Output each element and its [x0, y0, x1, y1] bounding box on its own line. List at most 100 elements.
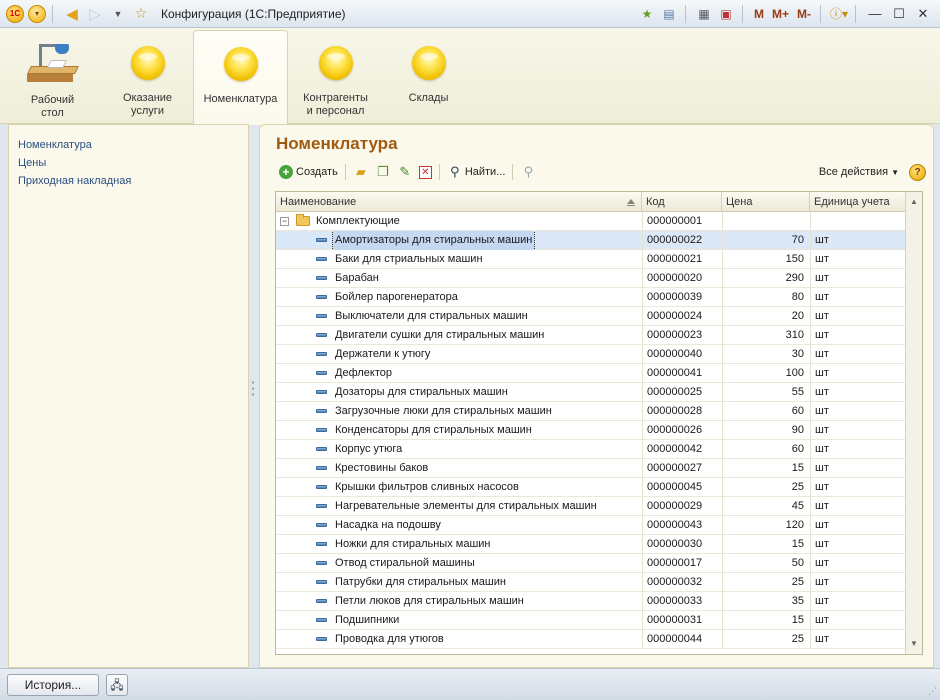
table-row[interactable]: Крышки фильтров сливных насосов 000000045…: [276, 478, 906, 497]
item-icon: [316, 485, 327, 489]
table-group-row[interactable]: − Комплектующие 000000001: [276, 212, 906, 231]
main-menu-icon[interactable]: ▾: [28, 4, 46, 23]
item-code: 000000017: [642, 554, 721, 573]
divider: [52, 4, 53, 23]
nav-link-nomenclature[interactable]: Номенклатура: [18, 136, 248, 154]
item-name: Бойлер парогенератора: [335, 291, 458, 303]
table-row[interactable]: Конденсаторы для стиральных машин 0000000…: [276, 421, 906, 440]
item-icon: [316, 257, 327, 261]
history-button[interactable]: История...: [7, 674, 99, 696]
item-unit: шт: [810, 326, 906, 345]
table-row[interactable]: Петли люков для стиральных машин 00000003…: [276, 592, 906, 611]
column-header-code[interactable]: Код: [642, 192, 722, 212]
scroll-up-icon[interactable]: ▲: [906, 194, 922, 210]
item-name: Подшипники: [335, 614, 400, 626]
table-row[interactable]: Загрузочные люки для стиральных машин 000…: [276, 402, 906, 421]
memory-plus-button[interactable]: M+: [769, 4, 792, 24]
item-unit: шт: [810, 421, 906, 440]
add-favorite-icon[interactable]: ★: [637, 4, 657, 24]
sections-panel: Рабочий стол Оказание услуги Номенклатур…: [0, 28, 940, 125]
table-row[interactable]: Дозаторы для стиральных машин 000000025 55…: [276, 383, 906, 402]
section-services[interactable]: Оказание услуги: [100, 30, 195, 122]
table-row[interactable]: Барабан 000000020 290 шт: [276, 269, 906, 288]
delete-button[interactable]: ✕: [416, 162, 435, 182]
nav-link-prices[interactable]: Цены: [18, 154, 248, 172]
create-folder-button[interactable]: ▰: [350, 162, 372, 182]
item-unit: шт: [810, 288, 906, 307]
section-label: Склады: [408, 92, 449, 104]
column-header-price[interactable]: Цена: [722, 192, 810, 212]
divider: [344, 164, 346, 180]
table-row[interactable]: Нагревательные элементы для стиральных м…: [276, 497, 906, 516]
close-icon[interactable]: ✕: [912, 4, 934, 24]
table-row[interactable]: Патрубки для стиральных машин 000000032 25…: [276, 573, 906, 592]
item-unit: шт: [810, 231, 906, 250]
back-arrow-icon[interactable]: ◀: [62, 4, 82, 24]
item-name: Баки для стриальных машин: [335, 253, 483, 265]
item-unit: шт: [810, 592, 906, 611]
section-contractors[interactable]: Контрагенты и персонал: [288, 30, 383, 122]
column-header-unit[interactable]: Единица учета: [810, 192, 906, 212]
item-unit: шт: [810, 440, 906, 459]
create-button[interactable]: + Создать: [276, 162, 341, 182]
resize-grip-icon[interactable]: ⋰: [928, 686, 937, 697]
item-unit: шт: [810, 630, 906, 649]
memory-minus-button[interactable]: M-: [794, 4, 814, 24]
item-name: Нагревательные элементы для стиральных м…: [335, 500, 597, 512]
table-row[interactable]: Крестовины баков 000000027 15 шт: [276, 459, 906, 478]
section-nomenclature[interactable]: Номенклатура: [193, 30, 288, 125]
vertical-scrollbar[interactable]: ▲ ▼: [905, 192, 922, 654]
forward-arrow-icon[interactable]: ▷: [85, 4, 105, 24]
item-price: 20: [722, 307, 809, 326]
maximize-icon[interactable]: ☐: [888, 4, 910, 24]
memory-m-button[interactable]: M: [751, 4, 767, 24]
table-row[interactable]: Бойлер парогенератора 000000039 80 шт: [276, 288, 906, 307]
table-row[interactable]: Проводка для утюгов 000000044 25 шт: [276, 630, 906, 649]
table-row[interactable]: Держатели к утюгу 000000040 30 шт: [276, 345, 906, 364]
column-header-name[interactable]: Наименование: [276, 192, 642, 212]
cancel-search-button[interactable]: ⚲: [517, 162, 539, 182]
item-price: 50: [722, 554, 809, 573]
item-price: 30: [722, 345, 809, 364]
connection-icon[interactable]: 🖧: [106, 674, 128, 696]
panel-splitter[interactable]: ▪ ▪ ▪: [250, 379, 256, 410]
copy-button[interactable]: ❐: [372, 162, 394, 182]
find-button[interactable]: ⚲ Найти...: [444, 162, 509, 182]
history-dropdown-icon[interactable]: ▼: [108, 4, 128, 24]
table-row[interactable]: Подшипники 000000031 15 шт: [276, 611, 906, 630]
delete-mark-icon: ✕: [418, 165, 432, 179]
table-row[interactable]: Насадка на подошву 000000043 120 шт: [276, 516, 906, 535]
edit-button[interactable]: ✎: [394, 162, 416, 182]
favorite-star-icon[interactable]: ☆: [131, 4, 151, 24]
section-desktop[interactable]: Рабочий стол: [5, 30, 100, 122]
table-row[interactable]: Дефлектор 000000041 100 шт: [276, 364, 906, 383]
table-row[interactable]: Отвод стиральной машины 000000017 50 шт: [276, 554, 906, 573]
help-icon[interactable]: ?: [909, 163, 926, 181]
divider: [684, 4, 686, 23]
info-icon[interactable]: ⓘ▾: [829, 4, 849, 24]
item-code: 000000028: [642, 402, 721, 421]
calendar-icon[interactable]: ▣: [716, 4, 736, 24]
table-row[interactable]: Баки для стриальных машин 000000021 150 шт: [276, 250, 906, 269]
item-name: Крестовины баков: [335, 462, 429, 474]
nav-link-receipt-invoice[interactable]: Приходная накладная: [18, 172, 248, 190]
table-row[interactable]: Корпус утюга 000000042 60 шт: [276, 440, 906, 459]
all-actions-menu[interactable]: Все действия ▼ ?: [819, 163, 926, 181]
section-label: Контрагенты: [303, 92, 368, 104]
table-row[interactable]: Ножки для стиральных машин 000000030 15 шт: [276, 535, 906, 554]
minimize-icon[interactable]: —: [864, 4, 886, 24]
item-name: Держатели к утюгу: [335, 348, 431, 360]
table-row[interactable]: Амортизаторы для стиральных машин 0000000…: [276, 231, 906, 250]
scroll-down-icon[interactable]: ▼: [906, 636, 922, 652]
table-row[interactable]: Выключатели для стиральных машин 00000002…: [276, 307, 906, 326]
item-code: 000000022: [642, 231, 721, 250]
collapse-icon[interactable]: −: [280, 217, 289, 226]
item-unit: шт: [810, 554, 906, 573]
item-price: 25: [722, 478, 809, 497]
1c-logo-icon[interactable]: 1С: [6, 4, 24, 23]
calculator-icon[interactable]: ▦: [694, 4, 714, 24]
bookmark-icon[interactable]: ▤: [659, 4, 679, 24]
item-name: Загрузочные люки для стиральных машин: [335, 405, 552, 417]
table-row[interactable]: Двигатели сушки для стиральных машин 0000…: [276, 326, 906, 345]
section-warehouses[interactable]: Склады: [381, 30, 476, 122]
